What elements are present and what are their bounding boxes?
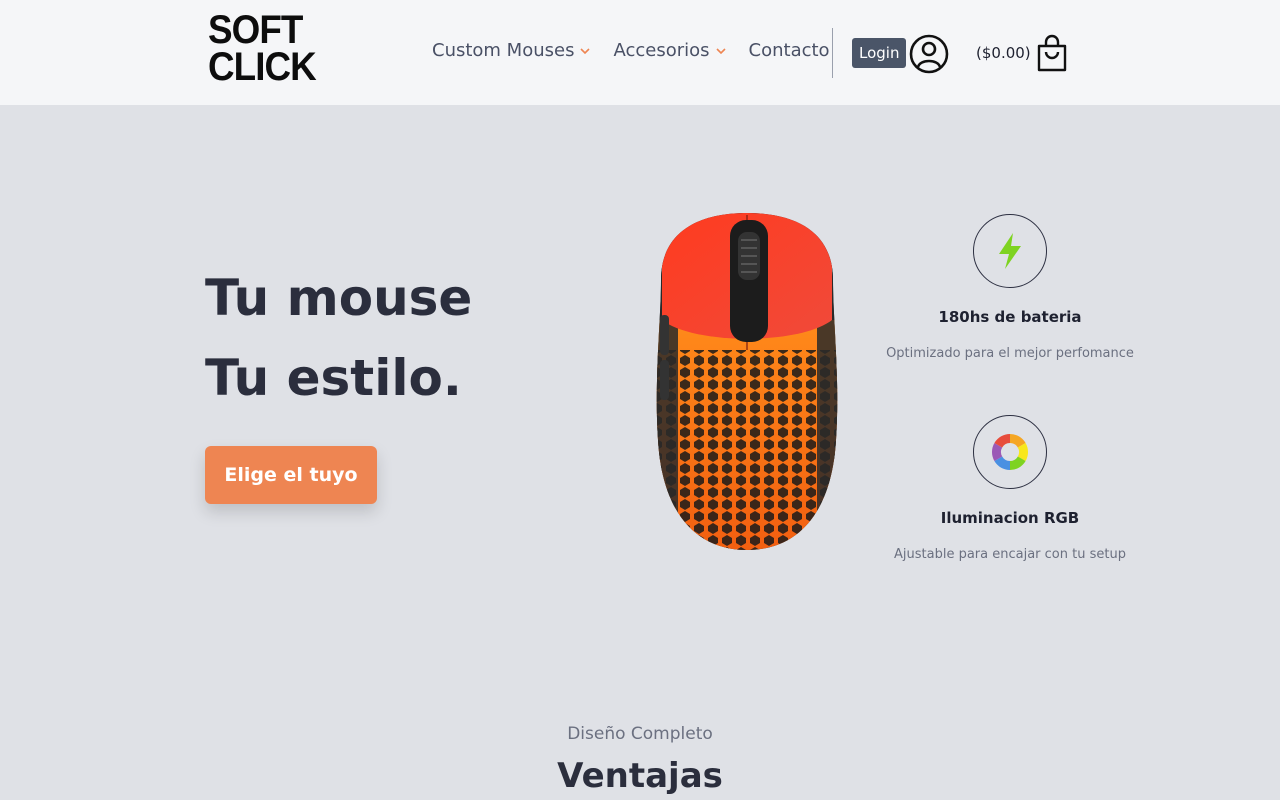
login-button[interactable]: Login	[852, 38, 907, 68]
feature-description: Optimizado para el mejor perfomance	[886, 346, 1134, 361]
main-nav: Custom Mouses Accesorios Contacto	[432, 40, 830, 61]
feature-rgb-circle	[973, 415, 1047, 489]
nav-item-label: Contacto	[748, 40, 830, 61]
hero-title-line2: Tu estilo.	[205, 349, 462, 407]
header-divider	[832, 28, 833, 78]
feature-title: Iluminacion RGB	[940, 509, 1080, 527]
section-title: Ventajas	[557, 756, 723, 796]
nav-item-label: Custom Mouses	[432, 40, 575, 61]
user-circle-icon[interactable]	[908, 33, 950, 75]
nav-item-label: Accesorios	[613, 40, 710, 61]
site-header: SOFT CLICK Custom Mouses Accesorios Cont…	[0, 0, 1280, 105]
hero-title-line1: Tu mouse	[205, 269, 473, 327]
chevron-down-icon	[580, 47, 591, 54]
feature-battery: 180hs de bateria Optimizado para el mejo…	[860, 214, 1160, 361]
shopping-bag-icon[interactable]	[1036, 34, 1068, 72]
feature-rgb: Iluminacion RGB Ajustable para encajar c…	[860, 415, 1160, 562]
brand-logo-line1: SOFT	[208, 8, 303, 52]
nav-item-accesorios[interactable]: Accesorios	[613, 40, 726, 61]
feature-title: 180hs de bateria	[938, 308, 1082, 326]
nav-item-custom-mouses[interactable]: Custom Mouses	[432, 40, 591, 61]
brand-logo-line2: CLICK	[208, 45, 317, 89]
lightning-icon	[999, 233, 1021, 269]
feature-description: Ajustable para encajar con tu setup	[894, 547, 1126, 562]
hero-title: Tu mouse Tu estilo.	[205, 258, 472, 418]
cart-total[interactable]: ($0.00)	[976, 44, 1031, 62]
chevron-down-icon	[715, 47, 726, 54]
section-subtitle: Diseño Completo	[567, 724, 713, 744]
feature-battery-circle	[973, 214, 1047, 288]
rgb-wheel-icon	[991, 434, 1029, 470]
brand-logo[interactable]: SOFT CLICK	[208, 8, 317, 90]
nav-item-contacto[interactable]: Contacto	[749, 40, 830, 61]
product-mouse-image	[656, 213, 838, 550]
cta-button[interactable]: Elige el tuyo	[205, 446, 377, 504]
